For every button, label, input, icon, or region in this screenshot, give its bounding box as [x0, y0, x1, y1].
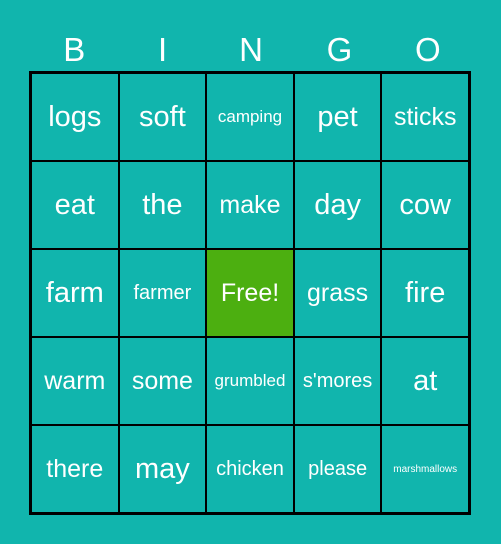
bingo-cell[interactable]: sticks [381, 73, 469, 161]
bingo-cell[interactable]: soft [118, 73, 207, 161]
bingo-cell[interactable]: grass [293, 249, 382, 337]
bingo-cell[interactable]: fire [381, 249, 469, 337]
header-letter-n: N [239, 31, 263, 68]
bingo-cell[interactable]: s'mores [293, 337, 382, 425]
bingo-cell[interactable]: pet [293, 73, 382, 161]
bingo-cell[interactable]: chicken [206, 425, 294, 513]
bingo-cell[interactable]: cow [381, 161, 469, 249]
bingo-card: logs soft camping pet sticks eat the mak… [29, 71, 471, 515]
bingo-cell[interactable]: marshmallows [381, 425, 469, 513]
bingo-cell[interactable]: eat [31, 161, 119, 249]
bingo-cell[interactable]: camping [206, 73, 294, 161]
bingo-cell[interactable]: may [118, 425, 207, 513]
bingo-header: B I N G O [30, 28, 472, 72]
bingo-cell[interactable]: the [118, 161, 207, 249]
bingo-cell[interactable]: some [118, 337, 207, 425]
bingo-cell[interactable]: there [31, 425, 119, 513]
bingo-cell[interactable]: logs [31, 73, 119, 161]
bingo-cell[interactable]: please [293, 425, 382, 513]
free-space-cell[interactable]: Free! [206, 249, 294, 337]
bingo-cell[interactable]: warm [31, 337, 119, 425]
bingo-cell[interactable]: at [381, 337, 469, 425]
bingo-cell[interactable]: farmer [118, 249, 207, 337]
header-letter-i: I [158, 31, 168, 68]
bingo-cell[interactable]: grumbled [206, 337, 294, 425]
header-letter-o: O [414, 31, 441, 68]
bingo-cell[interactable]: make [206, 161, 294, 249]
bingo-cell[interactable]: day [293, 161, 382, 249]
header-letter-g: G [326, 31, 353, 68]
bingo-cell[interactable]: farm [31, 249, 119, 337]
header-letter-b: B [63, 31, 86, 68]
